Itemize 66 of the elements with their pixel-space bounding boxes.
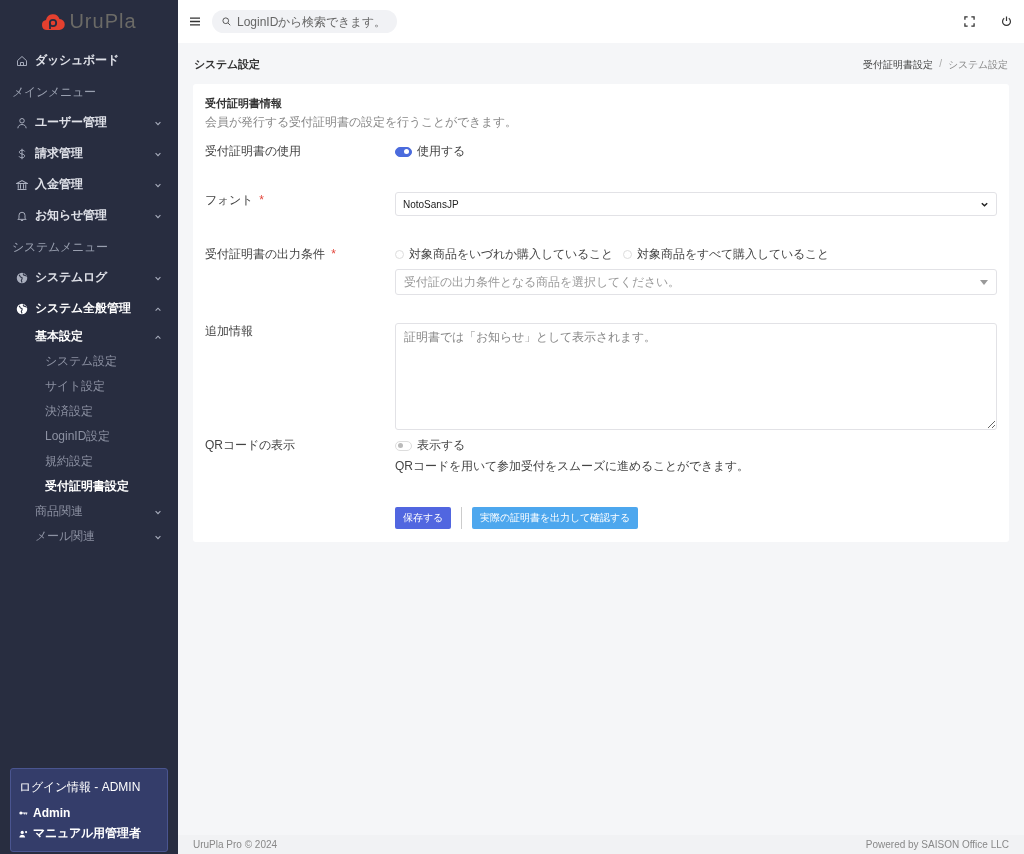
submenu-link[interactable]: LoginID設定 bbox=[0, 424, 178, 449]
globe-icon bbox=[16, 302, 28, 315]
additional-info-field[interactable]: 証明書では「お知らせ」として表示されます。 bbox=[395, 323, 997, 430]
submenu-item[interactable]: メール関連 bbox=[0, 524, 178, 549]
radio-button[interactable] bbox=[395, 250, 404, 259]
radio-label: 対象商品をいづれか購入していること bbox=[409, 246, 613, 263]
breadcrumb-separator: / bbox=[939, 57, 942, 71]
field-label: 追加情報 bbox=[205, 324, 253, 338]
caret-icon bbox=[980, 279, 988, 285]
bell-icon bbox=[16, 209, 28, 222]
radio-button[interactable] bbox=[623, 250, 632, 259]
font-select[interactable]: NotoSansJP bbox=[395, 192, 997, 216]
menu-item[interactable]: システム全般管理 bbox=[0, 293, 178, 324]
menu-item[interactable]: お知らせ管理 bbox=[0, 200, 178, 231]
dollar-icon bbox=[16, 147, 28, 160]
menu-heading: システムメニュー bbox=[11, 239, 109, 256]
help-text: QRコードを用いて参加受付をスムーズに進めることができます。 bbox=[395, 458, 750, 475]
field-label: フォント bbox=[205, 193, 253, 207]
cloud-logo-icon bbox=[41, 11, 66, 32]
submenu-link[interactable]: 規約設定 bbox=[0, 449, 178, 474]
submenu-link[interactable]: システム設定 bbox=[0, 349, 178, 374]
search-icon bbox=[222, 17, 231, 26]
powered-by-text: Powered by SAISON Office LLC bbox=[865, 839, 1009, 850]
save-button[interactable]: 保存する bbox=[395, 507, 451, 529]
search-field[interactable]: LoginIDから検索できます。 bbox=[212, 10, 397, 33]
submenu-item[interactable]: 商品関連 bbox=[0, 499, 178, 524]
menu-item[interactable]: システムログ bbox=[0, 262, 178, 293]
key-icon bbox=[19, 809, 28, 817]
select-value: NotoSansJP bbox=[403, 198, 459, 210]
radio-label: 対象商品をすべて購入していること bbox=[637, 246, 829, 263]
field-label: QRコードの表示 bbox=[205, 438, 295, 452]
login-title: ログイン情報 - ADMIN bbox=[19, 779, 142, 796]
field-label: 受付証明書の出力条件 bbox=[205, 247, 325, 261]
bank-icon bbox=[16, 178, 28, 191]
submenu-item[interactable]: 基本設定 bbox=[0, 324, 178, 349]
login-user: Admin bbox=[33, 806, 71, 820]
login-role: マニュアル用管理者 bbox=[33, 825, 141, 842]
select-placeholder: 受付証の出力条件となる商品を選択してください。 bbox=[404, 273, 680, 291]
required-mark: * bbox=[331, 247, 336, 261]
logo-text: UruPla bbox=[69, 10, 137, 33]
globe-icon bbox=[16, 271, 28, 284]
submenu-link[interactable]: 受付証明書設定 bbox=[0, 474, 178, 499]
toggle-label: 使用する bbox=[417, 143, 465, 160]
home-icon bbox=[16, 54, 28, 67]
users-icon bbox=[19, 829, 28, 838]
card-title: 受付証明書情報 bbox=[205, 96, 283, 111]
submenu-link[interactable]: 決済設定 bbox=[0, 399, 178, 424]
submenu-link[interactable]: サイト設定 bbox=[0, 374, 178, 399]
breadcrumb-item: システム設定 bbox=[948, 57, 1008, 72]
menu-item[interactable]: ユーザー管理 bbox=[0, 107, 178, 138]
required-mark: * bbox=[259, 193, 264, 207]
menu-item[interactable]: ダッシュボード bbox=[0, 45, 178, 76]
toggle-switch[interactable] bbox=[395, 146, 412, 157]
menu-heading: メインメニュー bbox=[11, 84, 97, 101]
field-label: 受付証明書の使用 bbox=[205, 144, 301, 158]
card-description: 会員が発行する受付証明書の設定を行うことができます。 bbox=[205, 114, 518, 131]
fullscreen-icon[interactable] bbox=[964, 16, 975, 27]
menu-item[interactable]: 請求管理 bbox=[0, 138, 178, 169]
menu-icon[interactable] bbox=[190, 17, 200, 26]
toggle-label: 表示する bbox=[417, 437, 465, 454]
page-title: システム設定 bbox=[194, 57, 260, 72]
power-icon[interactable] bbox=[1001, 16, 1012, 27]
copyright-text: UruPla Pro © 2024 bbox=[193, 839, 278, 850]
user-icon bbox=[16, 116, 28, 129]
breadcrumb-item[interactable]: 受付証明書設定 bbox=[863, 57, 934, 72]
menu-item[interactable]: 入金管理 bbox=[0, 169, 178, 200]
